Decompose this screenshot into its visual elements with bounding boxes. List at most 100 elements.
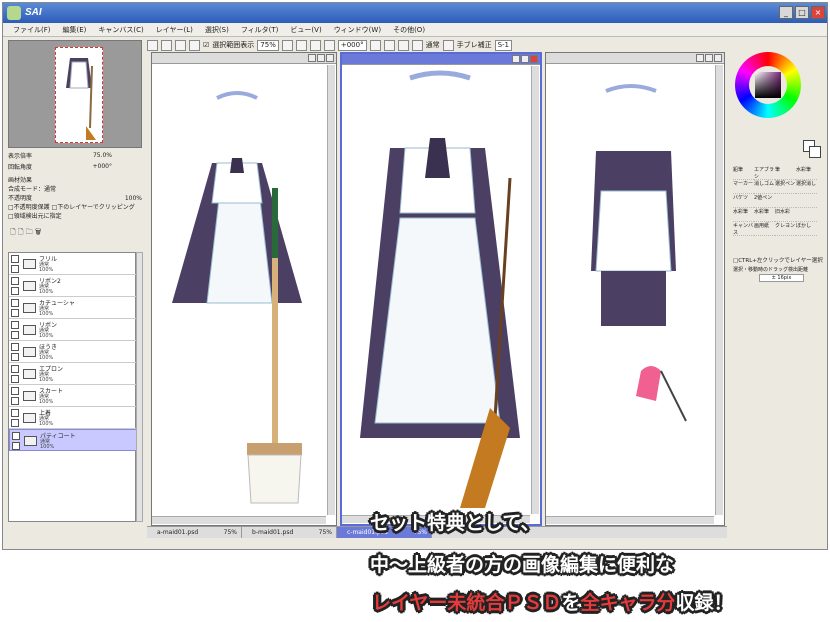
canvas-titlebar-b[interactable] <box>342 54 540 65</box>
tool-select-eraser[interactable]: 選択消し <box>796 180 817 194</box>
effect-toggle[interactable]: 画材効果 <box>8 176 142 185</box>
stabilizer-select[interactable]: S-1 <box>494 39 513 51</box>
tool-binary-pen[interactable]: 2値ペン <box>754 194 775 208</box>
menu-window[interactable]: ウィンドウ(W) <box>334 25 381 35</box>
tab-b[interactable]: b-maid01.psd 75% <box>242 527 337 538</box>
drag-distance-field[interactable]: ± 16pix <box>759 274 804 282</box>
menu-edit[interactable]: 編集(E) <box>63 25 87 35</box>
tool-canvas[interactable]: キャンバス <box>733 222 754 236</box>
layer-row[interactable]: スカート 通常 100% <box>9 385 137 407</box>
tool-select-pen[interactable]: 選択ペン <box>775 180 796 194</box>
flip-button[interactable] <box>411 39 423 51</box>
visibility-icon[interactable] <box>11 409 19 417</box>
canvas-window-b[interactable] <box>340 52 542 526</box>
layer-row[interactable]: リボン2 通常 100% <box>9 275 137 297</box>
rotate-slider-row[interactable]: 回転角度 +000° <box>8 162 142 171</box>
lock-icon[interactable] <box>11 331 19 339</box>
canvas-vscroll-c[interactable] <box>715 65 723 515</box>
lock-icon[interactable] <box>11 375 19 383</box>
zoom-in-button[interactable] <box>295 39 307 51</box>
new-folder-icon[interactable]: 🗀 <box>26 228 33 236</box>
tool-pencil[interactable]: 鉛筆 <box>733 166 754 180</box>
zoom-reset-button[interactable] <box>309 39 321 51</box>
deselect-button[interactable] <box>175 39 186 51</box>
blend-mode-row[interactable]: 合成モード：通常 <box>8 185 142 194</box>
layer-row-selected[interactable]: パティコート 通常 100% <box>9 429 137 451</box>
show-selection-checkbox[interactable]: ☑ <box>203 41 209 49</box>
tool-watercolor[interactable]: 水彩筆 <box>796 166 817 180</box>
visibility-icon[interactable] <box>11 299 19 307</box>
layer-row[interactable]: カチューシャ 通常 100% <box>9 297 137 319</box>
canvas-titlebar-c[interactable] <box>546 53 724 64</box>
lock-icon[interactable] <box>12 442 20 450</box>
color-wheel[interactable] <box>735 52 801 118</box>
tool-paper[interactable]: 画用紙 <box>754 222 775 236</box>
rotate-field[interactable]: +000° <box>337 39 367 51</box>
visibility-icon[interactable] <box>12 432 20 440</box>
lock-icon[interactable] <box>11 353 19 361</box>
lock-icon[interactable] <box>11 397 19 405</box>
menu-file[interactable]: ファイル(F) <box>13 25 51 35</box>
ctrl-select-checkbox[interactable]: □CTRL+左クリックでレイヤー選択 <box>733 256 823 264</box>
tool-brush[interactable]: 筆 <box>775 166 796 180</box>
visibility-icon[interactable] <box>11 277 19 285</box>
tool-old-watercolor[interactable]: 旧水彩 <box>775 208 796 222</box>
tool-watercolor-3[interactable]: 水彩筆 <box>754 208 775 222</box>
menu-view[interactable]: ビュー(V) <box>290 25 321 35</box>
lock-icon[interactable] <box>11 265 19 273</box>
tool-eraser[interactable]: 消しゴム <box>754 180 775 194</box>
zoom-out-button[interactable] <box>281 39 293 51</box>
tool-crayon[interactable]: クレヨン <box>775 222 796 236</box>
layer-list[interactable]: フリル 通常 100% リボン2 通常 100% カチューシャ 通常 100% リボン 通常 1… <box>8 252 137 522</box>
zoom-fit-button[interactable] <box>323 39 335 51</box>
tool-marker[interactable]: マーカー <box>733 180 754 194</box>
menu-canvas[interactable]: キャンバス(C) <box>98 25 143 35</box>
menu-other[interactable]: その他(O) <box>393 25 425 35</box>
canvas-hscroll-a[interactable] <box>152 516 326 524</box>
tool-blur[interactable]: ぼかし <box>796 222 817 236</box>
tab-a[interactable]: a-maid01.psd 75% <box>147 527 242 538</box>
opacity-row[interactable]: 不透明度 100% <box>8 194 142 203</box>
rotate-left-button[interactable] <box>369 39 381 51</box>
menu-select[interactable]: 選択(S) <box>205 25 229 35</box>
lock-icon[interactable] <box>11 419 19 427</box>
detect-source-checkbox[interactable]: □領域検出元に指定 <box>8 212 142 221</box>
blend-button[interactable] <box>442 39 454 51</box>
new-linework-icon[interactable]: 🗋 <box>18 228 24 236</box>
zoom-slider-row[interactable]: 表示倍率 75.0% <box>8 151 142 160</box>
navigator-panel[interactable] <box>8 40 142 148</box>
select-all-button[interactable] <box>189 39 200 51</box>
tool-bucket[interactable]: バケツ <box>733 194 754 208</box>
maximize-button[interactable]: □ <box>795 6 809 19</box>
layer-scrollbar[interactable] <box>136 252 143 522</box>
tool-watercolor-2[interactable]: 水彩筆 <box>733 208 754 222</box>
redo-button[interactable] <box>161 39 172 51</box>
background-color-swatch[interactable] <box>809 146 821 158</box>
zoom-field[interactable]: 75% <box>257 39 279 51</box>
canvas-window-c[interactable] <box>545 52 725 526</box>
visibility-icon[interactable] <box>11 321 19 329</box>
visibility-icon[interactable] <box>11 387 19 395</box>
layer-row[interactable]: リボン 通常 100% <box>9 319 137 341</box>
visibility-icon[interactable] <box>11 343 19 351</box>
layer-row[interactable]: 上着 通常 100% <box>9 407 137 429</box>
visibility-icon[interactable] <box>11 365 19 373</box>
canvas-window-a[interactable] <box>151 52 337 526</box>
canvas-vscroll-b[interactable] <box>531 66 539 514</box>
rotate-right-button[interactable] <box>383 39 395 51</box>
title-bar[interactable]: SAI _ □ × <box>3 3 827 23</box>
undo-button[interactable] <box>147 39 158 51</box>
menu-filter[interactable]: フィルタ(T) <box>241 25 279 35</box>
close-button[interactable]: × <box>811 6 825 19</box>
canvas-titlebar-a[interactable] <box>152 53 336 64</box>
visibility-icon[interactable] <box>11 255 19 263</box>
canvas-hscroll-c[interactable] <box>546 516 714 524</box>
new-layer-icon[interactable]: 🗋 <box>10 228 16 236</box>
layer-row[interactable]: エプロン 通常 100% <box>9 363 137 385</box>
menu-layer[interactable]: レイヤー(L) <box>156 25 193 35</box>
tool-airbrush[interactable]: エアブラシ <box>754 166 775 180</box>
canvas-vscroll-a[interactable] <box>327 65 335 515</box>
layer-row[interactable]: フリル 通常 100% <box>9 253 137 275</box>
lock-icon[interactable] <box>11 287 19 295</box>
minimize-button[interactable]: _ <box>779 6 793 19</box>
